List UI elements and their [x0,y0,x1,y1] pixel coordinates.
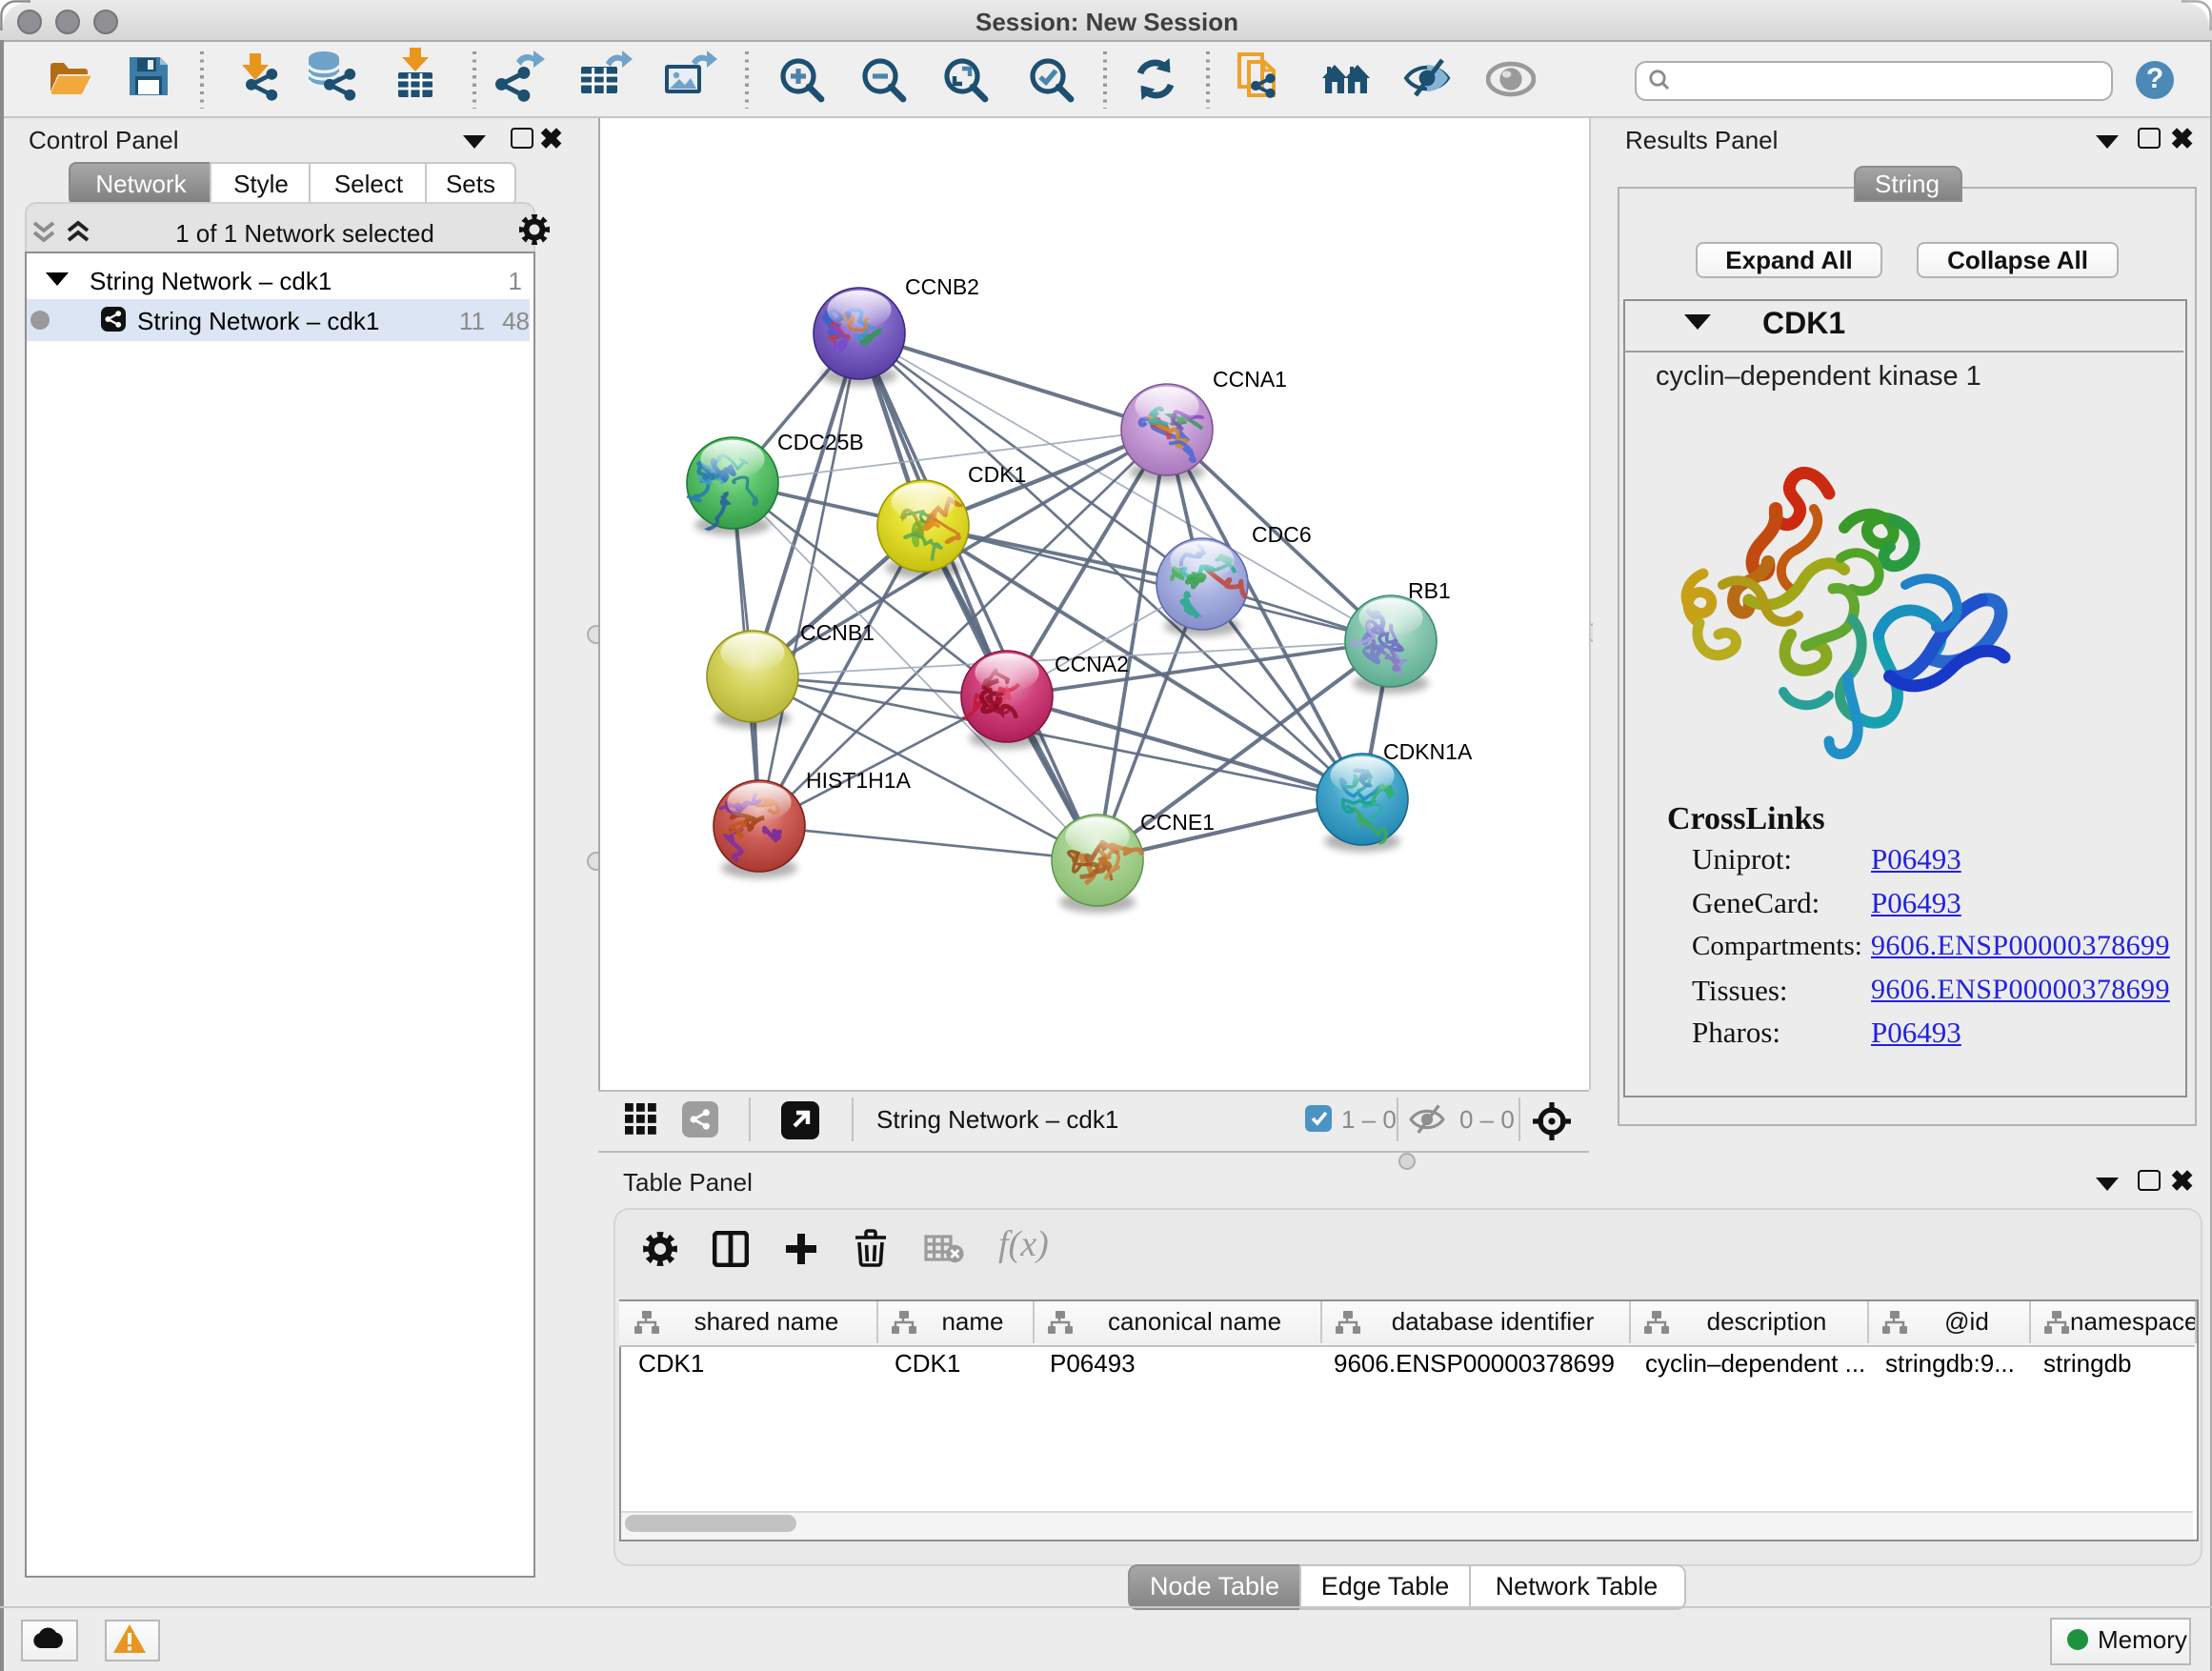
svg-text:CDK1: CDK1 [968,462,1026,487]
svg-text:CCNA2: CCNA2 [1055,652,1129,676]
svg-text:CCNB1: CCNB1 [800,620,875,645]
svg-text:RB1: RB1 [1408,578,1451,603]
svg-text:HIST1H1A: HIST1H1A [806,768,912,793]
svg-text:CCNE1: CCNE1 [1140,810,1215,835]
svg-text:CDC25B: CDC25B [777,430,864,454]
svg-text:CCNA1: CCNA1 [1213,367,1287,392]
svg-text:CCNB2: CCNB2 [905,274,979,299]
svg-text:CDC6: CDC6 [1252,522,1312,547]
svg-text:CDKN1A: CDKN1A [1383,739,1473,764]
